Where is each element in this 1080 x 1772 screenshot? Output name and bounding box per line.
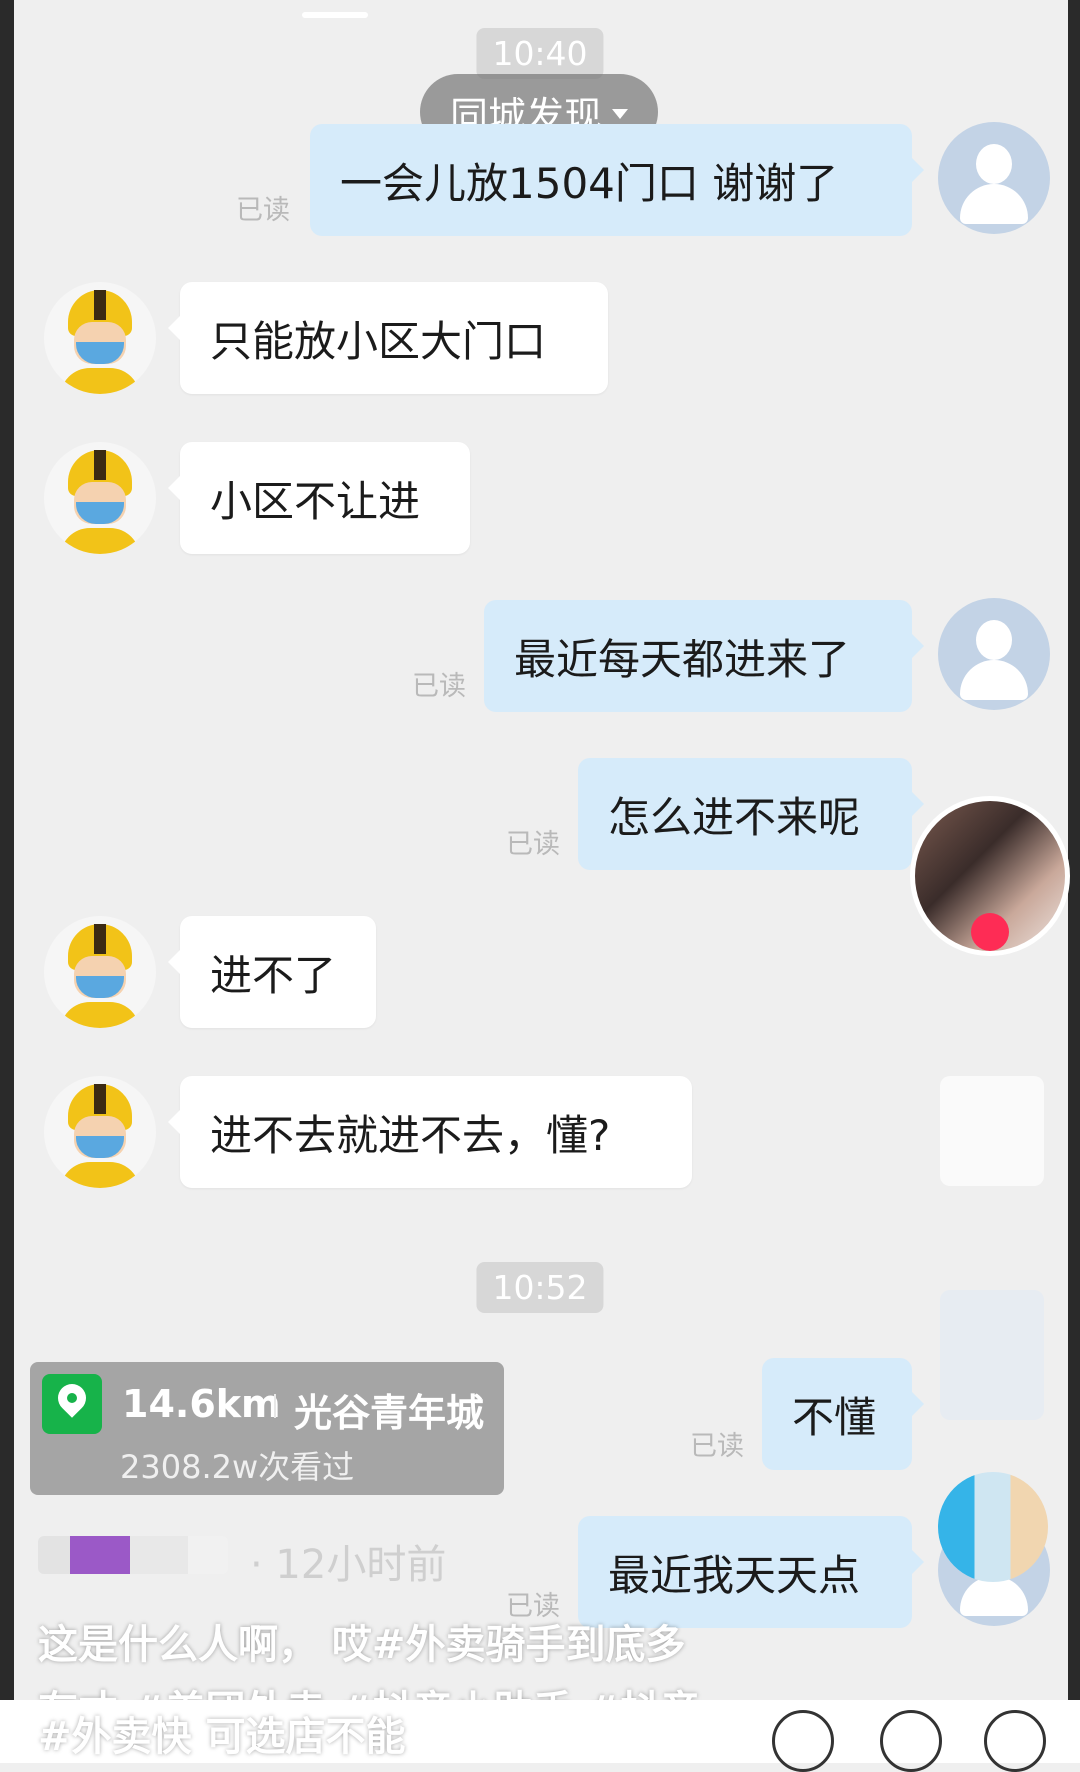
- user-avatar-icon[interactable]: [938, 598, 1050, 710]
- comment-input-bar: #外卖快 可选店不能: [0, 1700, 1080, 1772]
- screen-edge-left: [0, 0, 14, 1763]
- message-bubble-incoming: 小区不让进: [168, 442, 470, 554]
- location-distance: 14.6km: [122, 1382, 281, 1426]
- message-bubble-outgoing: 不懂: [762, 1358, 924, 1470]
- comment-button-blurred[interactable]: [940, 1290, 1044, 1420]
- message-bubble-outgoing: 怎么进不来呢: [578, 758, 924, 870]
- user-avatar-icon[interactable]: [938, 122, 1050, 234]
- like-button-blurred[interactable]: [940, 1076, 1044, 1186]
- music-disc-blurred[interactable]: [938, 1472, 1048, 1582]
- chevron-down-icon: [612, 109, 628, 119]
- rider-avatar-icon[interactable]: [44, 916, 156, 1028]
- follow-plus-icon[interactable]: [971, 913, 1009, 951]
- timestamp-1052: 10:52: [476, 1262, 604, 1313]
- location-divider: [274, 1394, 276, 1418]
- location-card[interactable]: 14.6km 光谷青年城 2308.2w次看过: [30, 1362, 504, 1495]
- read-receipt: 已读: [690, 1431, 744, 1462]
- rider-avatar-icon[interactable]: [44, 282, 156, 394]
- timestamp-1040: 10:40: [476, 28, 604, 79]
- message-bubble-incoming: 只能放小区大门口: [168, 282, 608, 394]
- location-pin-icon: [42, 1374, 102, 1434]
- rider-avatar-icon[interactable]: [44, 1076, 156, 1188]
- message-bubble-incoming: 进不去就进不去，懂?: [168, 1076, 692, 1188]
- author-name-blurred: [38, 1536, 228, 1574]
- location-views: 2308.2w次看过: [120, 1448, 355, 1486]
- read-receipt: 已读: [506, 829, 560, 860]
- creator-avatar[interactable]: [910, 796, 1070, 956]
- read-receipt: 已读: [412, 671, 466, 702]
- location-place: 光谷青年城: [294, 1391, 485, 1435]
- video-caption-line-1[interactable]: 这是什么人啊， 哎#外卖骑手到底多: [38, 1612, 918, 1670]
- top-grab-handle: [302, 12, 368, 18]
- message-bubble-outgoing: 最近每天都进来了: [484, 600, 924, 712]
- post-time: · 12小时前: [250, 1542, 447, 1588]
- message-bubble-incoming: 进不了: [168, 916, 376, 1028]
- message-bubble-outgoing: 一会儿放1504门口 谢谢了: [310, 124, 924, 236]
- rider-avatar-icon[interactable]: [44, 442, 156, 554]
- read-receipt: 已读: [236, 195, 290, 226]
